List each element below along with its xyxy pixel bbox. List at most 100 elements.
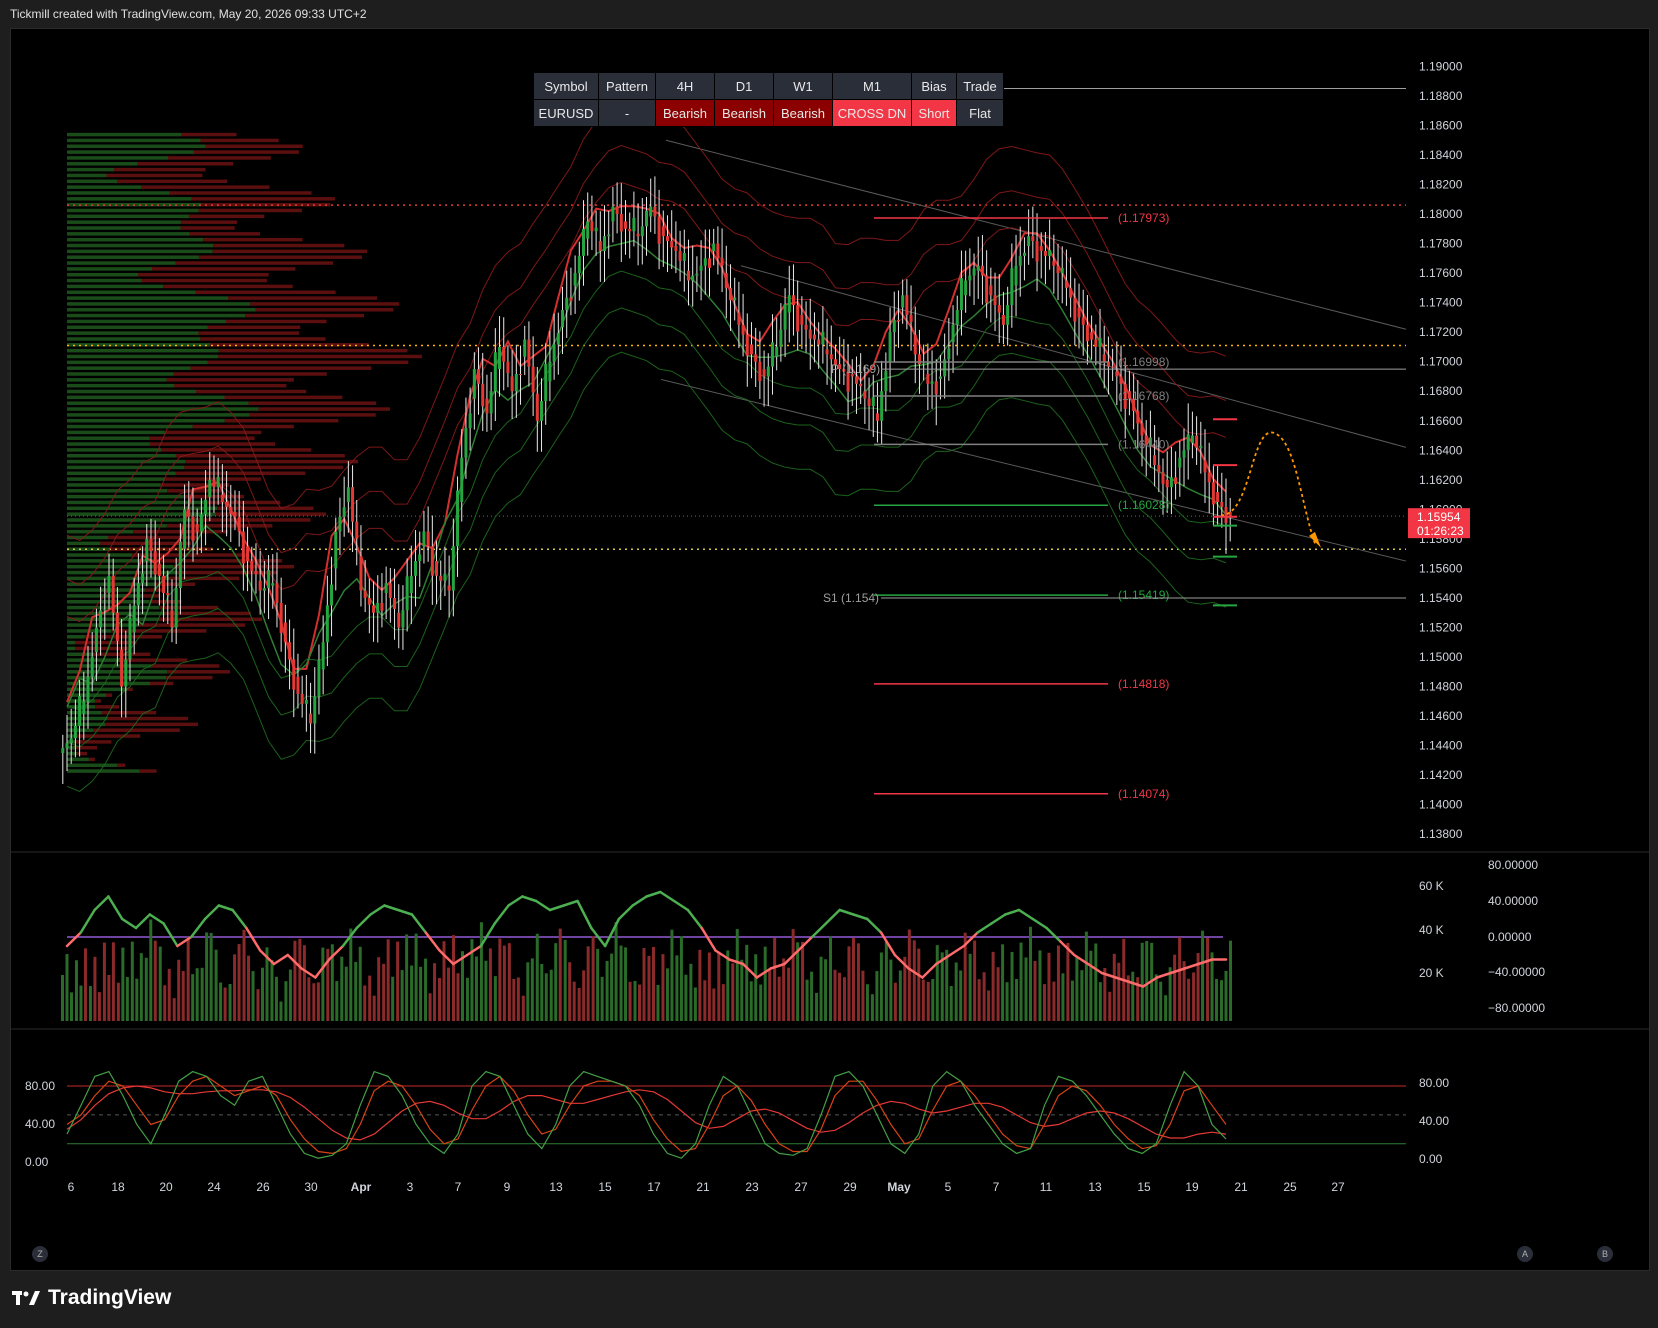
profile-bar-buy	[67, 670, 168, 674]
volume-bar	[926, 981, 930, 1021]
profile-bar-sell	[224, 418, 339, 423]
candle-body	[674, 246, 678, 251]
volume-bar	[763, 946, 767, 1021]
profile-bar-sell	[180, 226, 235, 230]
oscillator-segment	[631, 895, 648, 907]
candle-body	[611, 206, 615, 222]
candle-body	[519, 374, 523, 376]
candle-body	[863, 391, 867, 399]
volume-bar	[1056, 945, 1060, 1021]
volume-bar	[991, 951, 995, 1021]
profile-bar-sell	[151, 267, 296, 271]
profile-bar-buy	[67, 541, 101, 546]
price-tick-20: 1.15000	[1419, 650, 1463, 664]
volume-bar	[670, 929, 674, 1021]
candle-body	[993, 295, 997, 306]
candle-body	[254, 570, 258, 575]
profile-bar-sell	[93, 728, 180, 732]
time-tick-19: 7	[993, 1180, 1000, 1194]
candle-body	[330, 584, 334, 606]
volume-bar	[167, 968, 171, 1021]
profile-bar-sell	[198, 208, 302, 213]
stoch-right-tick-0: 80.00	[1419, 1076, 1449, 1090]
volume-bar	[447, 967, 451, 1021]
volume-bar	[521, 995, 525, 1021]
volume-bar	[209, 932, 213, 1021]
volume-bar	[865, 984, 869, 1021]
volume-bar	[917, 948, 921, 1021]
volume-bar	[656, 984, 660, 1021]
time-tick-3: 24	[207, 1180, 221, 1194]
time-axis[interactable]: 6 18 20 24 26 30 Apr 3 7 9 13 15 17 21 23 27 29 May 5 7 11 13…	[68, 1180, 1345, 1194]
candle-body	[586, 221, 590, 239]
volume-bar	[735, 929, 739, 1021]
candle-body	[338, 516, 342, 532]
price-tick-6: 1.17800	[1419, 237, 1463, 251]
candle-body	[376, 602, 380, 613]
oscillator-segment	[1197, 958, 1214, 966]
time-tick-6: Apr	[351, 1180, 372, 1194]
candle-body	[540, 401, 544, 421]
volume-bar	[1206, 937, 1210, 1021]
price-tick-10: 1.17000	[1419, 355, 1463, 369]
time-tick-24: 21	[1234, 1180, 1248, 1194]
candle-body	[922, 363, 926, 365]
candle-body	[758, 361, 762, 382]
oscillator-segment	[396, 908, 414, 916]
candle-body	[1102, 354, 1106, 362]
oscillator-segment	[1169, 967, 1186, 975]
candle-body	[1031, 236, 1035, 242]
volume-bar	[382, 963, 386, 1021]
volume-oscillator-panel[interactable]: 60 K 40 K 20 K 80.00000 40.00000 0.00000 −40.0…	[61, 858, 1545, 1021]
profile-bar-sell	[117, 763, 126, 767]
time-tick-12: 17	[647, 1180, 661, 1194]
stochastic-panel[interactable]: 80.00 40.00 0.00 80.00 40.00 0.00	[25, 1070, 1449, 1169]
volume-bar	[610, 953, 614, 1021]
volume-bar	[88, 986, 92, 1021]
volume-bar	[1103, 967, 1107, 1021]
volume-bar	[893, 982, 897, 1021]
profile-bar-buy	[67, 313, 246, 318]
volume-bar	[79, 985, 83, 1021]
volume-bar	[717, 952, 721, 1021]
auto-scale-toggle[interactable]: Z	[32, 1246, 48, 1262]
oscillator-segment	[79, 908, 96, 934]
candle-body	[812, 334, 816, 340]
price-tick-2: 1.18600	[1419, 118, 1463, 132]
oscillator-segment	[534, 899, 552, 912]
profile-bar-buy	[67, 249, 213, 254]
candle-body	[825, 349, 829, 355]
chart-canvas[interactable]: (1.17973) (1.16998) (1.16768) (1.16440) (1.1…	[10, 28, 1650, 1271]
volume-bar	[1220, 980, 1223, 1021]
profile-bar-buy	[67, 319, 226, 324]
profile-bar-sell	[200, 138, 279, 143]
candle-body	[514, 374, 518, 392]
volume-bar	[1052, 981, 1056, 1021]
oscillator-segment	[355, 913, 372, 930]
volume-bar	[93, 956, 97, 1021]
chart-svg[interactable]: (1.17973) (1.16998) (1.16768) (1.16440) (1.1…	[11, 29, 1649, 1270]
tradingview-brand: TradingView	[48, 1286, 172, 1309]
profile-bar-sell	[184, 459, 359, 464]
volume-bar	[354, 961, 358, 1021]
volume-bar	[759, 984, 763, 1021]
volume-bar	[633, 980, 637, 1021]
volume-bar	[507, 943, 511, 1021]
candle-body	[430, 546, 434, 576]
volume-bar	[270, 960, 274, 1021]
profile-bar-sell	[95, 705, 120, 709]
time-tick-4: 26	[256, 1180, 270, 1194]
volume-bar	[624, 947, 628, 1021]
candle-body	[94, 627, 98, 653]
volume-bar	[912, 940, 916, 1021]
volume-bar	[777, 976, 781, 1021]
main-price-panel[interactable]: (1.17973) (1.16998) (1.16768) (1.16440) (1.1…	[11, 59, 1649, 1030]
candle-body	[267, 570, 271, 589]
volume-bar	[982, 972, 986, 1021]
volume-bar	[1047, 952, 1051, 1021]
volume-bar	[61, 975, 64, 1021]
volume-bar	[433, 963, 437, 1021]
axis-button-a[interactable]: A	[1517, 1246, 1533, 1262]
tradingview-logo[interactable]: TradingView	[12, 1286, 171, 1310]
axis-button-b[interactable]: B	[1597, 1246, 1613, 1262]
